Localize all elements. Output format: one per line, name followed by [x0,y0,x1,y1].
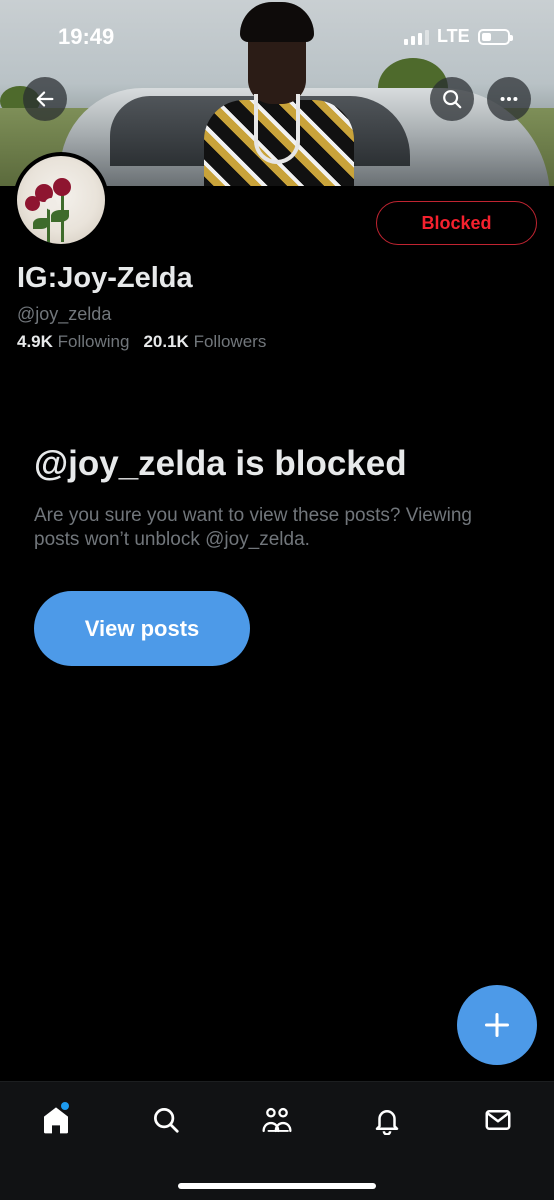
followers-label: Followers [193,332,267,351]
home-notification-dot [61,1102,69,1110]
more-horizontal-icon [500,96,518,102]
search-button[interactable] [430,77,474,121]
arrow-left-icon [36,91,54,107]
status-right: LTE [404,26,513,47]
followers-count: 20.1K [143,332,189,351]
compose-button[interactable] [457,985,537,1065]
search-icon [443,90,462,109]
blocked-notice-description: Are you sure you want to view these post… [34,505,472,550]
following-label: Following [57,332,130,351]
tab-search[interactable] [144,1098,188,1142]
battery-icon [477,28,513,45]
profile-stats: 4.9K Following 20.1K Followers [17,332,266,352]
avatar[interactable] [13,152,109,248]
tab-messages[interactable] [476,1098,520,1142]
plus-icon [484,1012,510,1038]
search-icon [154,1108,179,1133]
followers-link[interactable]: 20.1K Followers [143,332,266,352]
back-button[interactable] [23,77,67,121]
network-label: LTE [437,26,470,46]
following-link[interactable]: 4.9K Following [17,332,129,352]
status-time: 19:49 [58,24,115,49]
blocked-button[interactable]: Blocked [376,201,537,245]
tab-communities[interactable] [255,1098,299,1142]
mail-icon [485,1110,511,1130]
blocked-notice-title: @joy_zelda is blocked [34,444,407,483]
status-bar: 19:49 LTE [0,0,554,74]
display-name: IG:Joy-Zelda [17,262,193,294]
tab-notifications[interactable] [365,1098,409,1142]
people-icon [262,1107,292,1133]
more-button[interactable] [487,77,531,121]
bell-icon [375,1110,399,1135]
signal-icon [404,29,429,45]
view-posts-button[interactable]: View posts [34,591,250,666]
profile-handle: @joy_zelda [17,304,112,324]
tab-home[interactable] [34,1098,78,1142]
following-count: 4.9K [17,332,53,351]
home-indicator [178,1183,376,1189]
